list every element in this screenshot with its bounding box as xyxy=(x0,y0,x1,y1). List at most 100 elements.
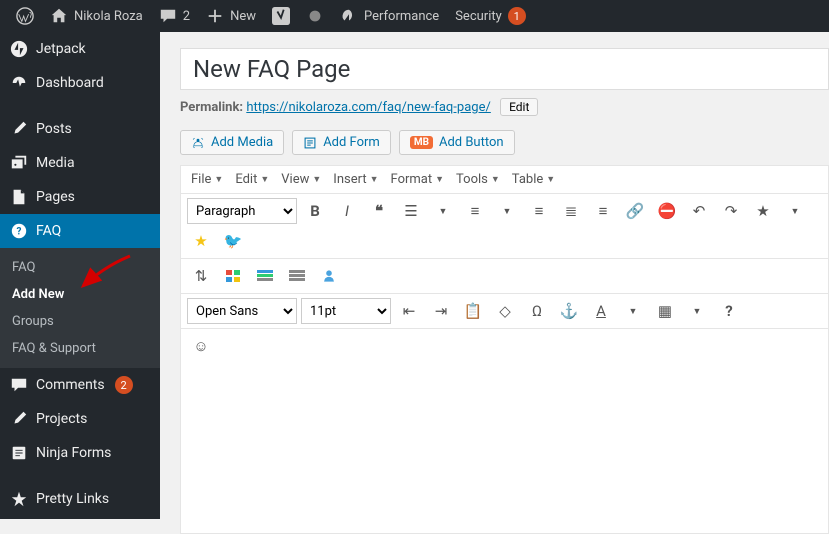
sidebar-media[interactable]: Media xyxy=(0,146,160,180)
submenu-add-new[interactable]: Add New xyxy=(0,281,160,308)
comments-count: 2 xyxy=(183,9,190,24)
outdent-button[interactable]: ⇤ xyxy=(395,298,423,324)
bold-button[interactable]: B xyxy=(301,198,329,224)
redo-button[interactable]: ↷ xyxy=(717,198,745,224)
permalink-link[interactable]: https://nikolaroza.com/faq/new-faq-page/ xyxy=(246,100,491,115)
yoast-icon[interactable] xyxy=(264,0,298,32)
add-form-button[interactable]: Add Form xyxy=(292,130,391,155)
menu-edit[interactable]: Edit▼ xyxy=(231,170,273,189)
admin-toolbar: Nikola Roza 2 New Performance Security 1 xyxy=(0,0,829,32)
submenu-faq[interactable]: FAQ xyxy=(0,254,160,281)
security-badge: 1 xyxy=(508,7,526,25)
admin-sidebar: Jetpack Dashboard Posts Media Pages ?FAQ… xyxy=(0,32,160,519)
submenu-support[interactable]: FAQ & Support xyxy=(0,335,160,362)
sidebar-item-label: Media xyxy=(36,155,75,171)
performance[interactable]: Performance xyxy=(332,0,447,32)
clear-format-button[interactable]: ◇ xyxy=(491,298,519,324)
number-list-button[interactable]: ≡ xyxy=(461,198,489,224)
indent-button[interactable]: ⇥ xyxy=(427,298,455,324)
edit-permalink-button[interactable]: Edit xyxy=(500,98,538,116)
sidebar-posts[interactable]: Posts xyxy=(0,112,160,146)
sidebar-submenu: FAQ Add New Groups FAQ & Support xyxy=(0,248,160,368)
link-button[interactable]: 🔗 xyxy=(621,198,649,224)
align-right-button[interactable]: ≡ xyxy=(589,198,617,224)
sidebar-item-label: Posts xyxy=(36,121,72,137)
chevron-down-icon[interactable]: ▼ xyxy=(683,298,711,324)
undo-button[interactable]: ↶ xyxy=(685,198,713,224)
table-button[interactable]: ▦ xyxy=(651,298,679,324)
menu-format[interactable]: Format▼ xyxy=(387,170,449,189)
star-icon[interactable]: ★ xyxy=(187,228,215,254)
dot-icon[interactable] xyxy=(298,0,332,32)
unlink-button[interactable]: ⛔ xyxy=(653,198,681,224)
menu-insert[interactable]: Insert▼ xyxy=(329,170,382,189)
format-icon[interactable]: ⇅ xyxy=(187,263,215,289)
sidebar-projects[interactable]: Projects xyxy=(0,402,160,436)
text-color-button[interactable]: A xyxy=(587,298,615,324)
add-media-button[interactable]: Add Media xyxy=(180,130,284,155)
add-button-button[interactable]: MBAdd Button xyxy=(399,130,515,155)
chevron-down-icon: ▼ xyxy=(546,174,555,185)
chevron-down-icon: ▼ xyxy=(370,174,379,185)
sidebar-pretty-links[interactable]: Pretty Links xyxy=(0,482,160,516)
sidebar-item-label: Projects xyxy=(36,411,87,427)
chevron-down-icon[interactable]: ▼ xyxy=(781,198,809,224)
editor-toolbar-4: ☺ xyxy=(181,329,828,363)
sidebar-item-label: Jetpack xyxy=(36,41,86,57)
italic-button[interactable]: I xyxy=(333,198,361,224)
permalink-label: Permalink: xyxy=(180,100,243,115)
site-name[interactable]: Nikola Roza xyxy=(42,0,151,32)
bullet-list-button[interactable]: ☰ xyxy=(397,198,425,224)
font-family-select[interactable]: Open Sans xyxy=(187,298,297,324)
chevron-down-icon: ▼ xyxy=(214,174,223,185)
twitter-icon[interactable]: 🐦 xyxy=(219,228,247,254)
post-title-input[interactable] xyxy=(180,48,829,90)
blockquote-button[interactable]: ❝ xyxy=(365,198,393,224)
anchor-button[interactable]: ⚓ xyxy=(555,298,583,324)
toolbar-new[interactable]: New xyxy=(198,0,264,32)
sidebar-faq[interactable]: ?FAQ xyxy=(0,214,160,248)
editor-toolbar-3: Open Sans 11pt ⇤ ⇥ 📋 ◇ Ω ⚓ A ▼ ▦ ▼ ? xyxy=(181,294,828,329)
columns-icon[interactable] xyxy=(219,263,247,289)
submenu-groups[interactable]: Groups xyxy=(0,308,160,335)
align-center-button[interactable]: ≣ xyxy=(557,198,585,224)
star-icon[interactable]: ★ xyxy=(749,198,777,224)
sidebar-item-label: Pages xyxy=(36,189,75,205)
font-size-select[interactable]: 11pt xyxy=(301,298,391,324)
sidebar-ninja-forms[interactable]: Ninja Forms xyxy=(0,436,160,470)
toolbar-comments[interactable]: 2 xyxy=(151,0,198,32)
format-select[interactable]: Paragraph xyxy=(187,198,297,224)
toggle-icon[interactable] xyxy=(251,263,279,289)
user-icon[interactable] xyxy=(315,263,343,289)
sidebar-jetpack[interactable]: Jetpack xyxy=(0,32,160,66)
align-left-button[interactable]: ≡ xyxy=(525,198,553,224)
sidebar-comments[interactable]: Comments2 xyxy=(0,368,160,402)
sidebar-pages[interactable]: Pages xyxy=(0,180,160,214)
special-char-button[interactable]: Ω xyxy=(523,298,551,324)
chevron-down-icon[interactable]: ▼ xyxy=(619,298,647,324)
performance-label: Performance xyxy=(364,9,439,24)
wp-logo[interactable] xyxy=(8,0,42,32)
help-button[interactable]: ? xyxy=(715,298,743,324)
security-label: Security xyxy=(455,9,502,24)
paste-text-button[interactable]: 📋 xyxy=(459,298,487,324)
menu-tools[interactable]: Tools▼ xyxy=(452,170,504,189)
security[interactable]: Security 1 xyxy=(447,0,534,32)
editor-body[interactable] xyxy=(181,363,828,533)
site-name-text: Nikola Roza xyxy=(74,9,143,24)
chevron-down-icon[interactable]: ▼ xyxy=(429,198,457,224)
content-area: Permalink: https://nikolaroza.com/faq/ne… xyxy=(160,32,829,519)
chevron-down-icon: ▼ xyxy=(491,174,500,185)
sidebar-item-label: Ninja Forms xyxy=(36,445,111,461)
sidebar-item-label: Comments xyxy=(36,377,105,393)
sidebar-item-label: FAQ xyxy=(36,223,61,239)
menu-file[interactable]: File▼ xyxy=(187,170,227,189)
menu-view[interactable]: View▼ xyxy=(277,170,325,189)
editor-toolbar-1: Paragraph B I ❝ ☰ ▼ ≡ ▼ ≡ ≣ ≡ 🔗 ⛔ ↶ ↷ ★ … xyxy=(181,194,828,259)
new-label: New xyxy=(230,9,256,24)
chevron-down-icon[interactable]: ▼ xyxy=(493,198,521,224)
rows-icon[interactable] xyxy=(283,263,311,289)
sidebar-dashboard[interactable]: Dashboard xyxy=(0,66,160,100)
emoji-button[interactable]: ☺ xyxy=(187,333,215,359)
menu-table[interactable]: Table▼ xyxy=(508,170,559,189)
